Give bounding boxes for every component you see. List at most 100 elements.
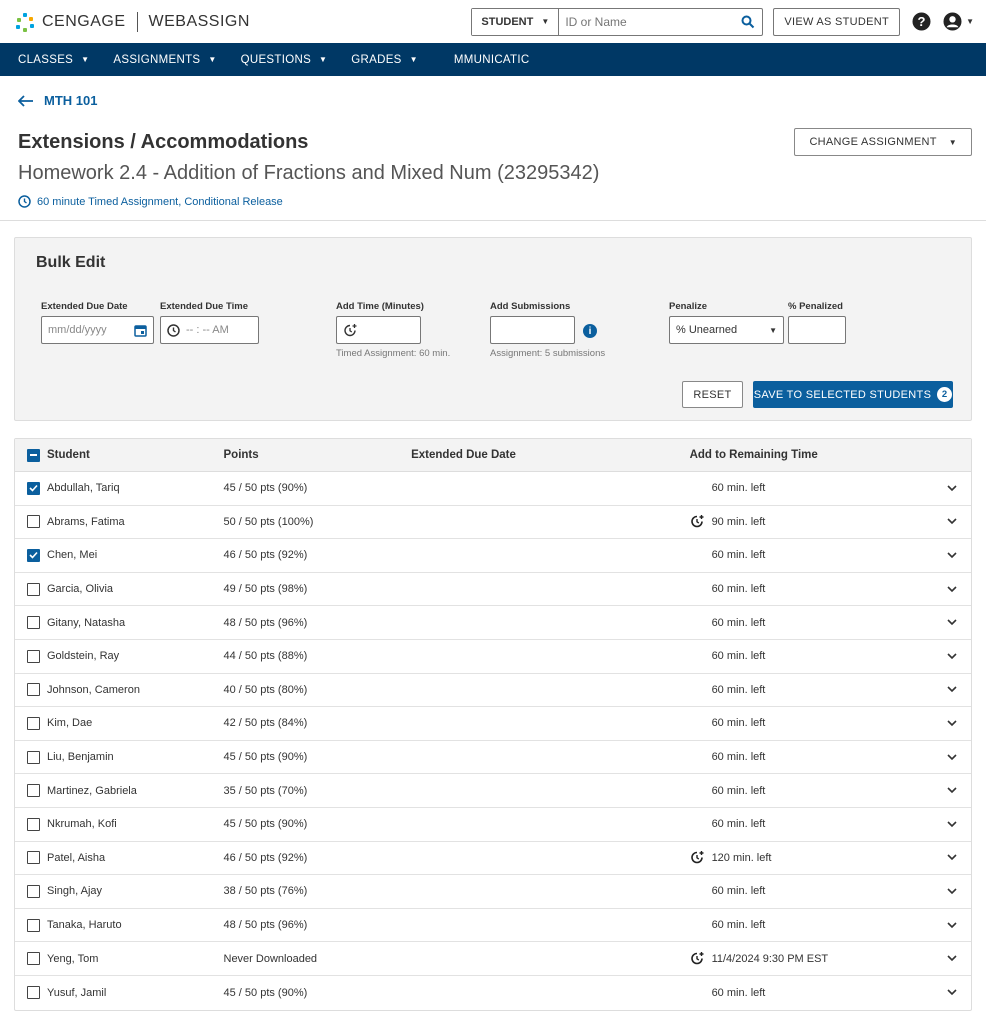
expand-row-button[interactable] <box>933 989 971 996</box>
row-checkbox[interactable] <box>27 851 40 865</box>
chevron-down-icon: ▼ <box>81 55 90 64</box>
nav-assignments[interactable]: ASSIGNMENTS ▼ <box>113 54 216 66</box>
row-checkbox[interactable] <box>27 582 40 596</box>
expand-row-button[interactable] <box>933 619 971 626</box>
add-time-input[interactable] <box>336 316 421 344</box>
view-as-student-button[interactable]: VIEW AS STUDENT <box>773 7 901 36</box>
info-icon[interactable]: i <box>583 324 597 338</box>
clock-plus-icon <box>691 952 704 965</box>
chevron-down-icon: ▼ <box>966 17 974 26</box>
due-time-placeholder: -- : -- AM <box>186 324 229 336</box>
penalize-select[interactable]: % Unearned ▼ <box>669 316 784 344</box>
student-table: Student Points Extended Due Date Add to … <box>14 438 972 1011</box>
table-row[interactable]: Singh, Ajay 38 / 50 pts (76%) 60 min. left <box>15 875 971 909</box>
save-to-selected-button[interactable]: SAVE TO SELECTED STUDENTS 2 <box>753 381 953 408</box>
table-row[interactable]: Abrams, Fatima 50 / 50 pts (100%) 90 min. … <box>15 506 971 540</box>
due-date-input[interactable]: mm/dd/yyyy <box>41 316 154 344</box>
expand-row-button[interactable] <box>933 821 971 828</box>
due-time-input[interactable]: -- : -- AM <box>160 316 259 344</box>
expand-row-button[interactable] <box>933 552 971 559</box>
product-name: WEBASSIGN <box>148 12 250 30</box>
table-row[interactable]: Gitany, Natasha 48 / 50 pts (96%) 60 min. … <box>15 606 971 640</box>
table-row[interactable]: Martinez, Gabriela 35 / 50 pts (70%) 60 mi… <box>15 774 971 808</box>
table-row[interactable]: Johnson, Cameron 40 / 50 pts (80%) 60 min.… <box>15 674 971 708</box>
table-header: Student Points Extended Due Date Add to … <box>15 439 971 472</box>
remaining-time: 60 min. left <box>711 919 766 932</box>
nav-classes[interactable]: CLASSES ▼ <box>18 54 89 66</box>
search-button[interactable] <box>734 9 762 35</box>
remaining-time: 60 min. left <box>711 885 766 898</box>
back-link[interactable]: MTH 101 <box>18 93 986 108</box>
chevron-down-icon <box>947 619 957 626</box>
chevron-down-icon <box>947 552 957 559</box>
table-row[interactable]: Kim, Dae 42 / 50 pts (84%) 60 min. left <box>15 707 971 741</box>
remaining-time: 60 min. left <box>711 751 766 764</box>
table-row[interactable]: Nkrumah, Kofi 45 / 50 pts (90%) 60 min. le… <box>15 808 971 842</box>
student-points: 45 / 50 pts (90%) <box>223 986 308 999</box>
table-row[interactable]: Garcia, Olivia 49 / 50 pts (98%) 60 min. l… <box>15 573 971 607</box>
table-row[interactable]: Abdullah, Tariq 45 / 50 pts (90%) 60 min. … <box>15 472 971 506</box>
select-all-checkbox[interactable] <box>27 448 40 462</box>
search-scope-select[interactable]: STUDENT ▼ <box>472 8 560 35</box>
change-assignment-label: CHANGE ASSIGNMENT <box>809 136 937 148</box>
expand-row-button[interactable] <box>933 921 971 929</box>
row-checkbox[interactable] <box>27 683 40 697</box>
row-checkbox[interactable] <box>27 750 40 764</box>
search-input[interactable] <box>559 8 735 35</box>
row-checkbox[interactable] <box>27 616 40 630</box>
expand-row-button[interactable] <box>933 518 971 525</box>
user-menu-button[interactable]: ▼ <box>943 12 974 31</box>
expand-row-button[interactable] <box>933 753 971 761</box>
row-checkbox[interactable] <box>27 649 40 663</box>
row-checkbox[interactable] <box>27 548 40 562</box>
remaining-time: 60 min. left <box>711 986 766 999</box>
chevron-down-icon <box>947 686 957 693</box>
cengage-logo[interactable]: CENGAGE WEBASSIGN <box>14 11 250 33</box>
remaining-time: 11/4/2024 9:30 PM EST <box>711 952 829 965</box>
expand-row-button[interactable] <box>933 653 971 660</box>
row-checkbox[interactable] <box>27 952 40 966</box>
row-checkbox[interactable] <box>27 918 40 932</box>
row-checkbox[interactable] <box>27 716 40 730</box>
expand-row-button[interactable] <box>933 720 971 727</box>
table-row[interactable]: Liu, Benjamin 45 / 50 pts (90%) 60 min. le… <box>15 741 971 775</box>
student-name: Abrams, Fatima <box>47 515 125 528</box>
row-checkbox[interactable] <box>27 784 40 798</box>
nav-grades[interactable]: GRADES ▼ <box>351 54 418 66</box>
svg-text:?: ? <box>918 14 926 29</box>
table-row[interactable]: Yusuf, Jamil 45 / 50 pts (90%) 60 min. lef… <box>15 976 971 1010</box>
percent-penalized-input[interactable] <box>788 316 846 344</box>
table-row[interactable]: Patel, Aisha 46 / 50 pts (92%) 120 min. le… <box>15 842 971 876</box>
row-checkbox[interactable] <box>27 986 40 1000</box>
expand-row-button[interactable] <box>933 955 971 962</box>
row-checkbox[interactable] <box>27 817 40 831</box>
due-time-label: Extended Due Time <box>160 301 248 312</box>
nav-communication[interactable]: MMUNICATIC <box>454 54 530 66</box>
expand-row-button[interactable] <box>933 888 971 895</box>
cengage-logo-icon <box>14 11 36 33</box>
reset-button[interactable]: RESET <box>682 381 743 408</box>
change-assignment-button[interactable]: CHANGE ASSIGNMENT ▼ <box>794 128 972 156</box>
expand-row-button[interactable] <box>933 586 971 593</box>
table-row[interactable]: Tanaka, Haruto 48 / 50 pts (96%) 60 min. l… <box>15 909 971 943</box>
remaining-time: 60 min. left <box>711 616 766 629</box>
expand-row-button[interactable] <box>933 787 971 794</box>
table-row[interactable]: Yeng, Tom Never Downloaded 11/4/2024 9:30 … <box>15 942 971 976</box>
expand-row-button[interactable] <box>933 854 971 861</box>
table-row[interactable]: Goldstein, Ray 44 / 50 pts (88%) 60 min. l… <box>15 640 971 674</box>
penalize-label: Penalize <box>669 301 708 312</box>
student-points: 48 / 50 pts (96%) <box>223 616 308 629</box>
expand-row-button[interactable] <box>933 686 971 693</box>
chevron-down-icon <box>947 821 957 827</box>
table-row[interactable]: Chen, Mei 46 / 50 pts (92%) 60 min. left <box>15 539 971 573</box>
clock-plus-icon <box>691 515 704 528</box>
expand-row-button[interactable] <box>933 485 971 492</box>
row-checkbox[interactable] <box>27 481 40 495</box>
add-submissions-input[interactable] <box>490 316 575 344</box>
row-checkbox[interactable] <box>27 884 40 898</box>
student-name: Gitany, Natasha <box>47 616 126 629</box>
help-button[interactable]: ? <box>912 12 931 31</box>
row-checkbox[interactable] <box>27 515 40 529</box>
nav-questions[interactable]: QUESTIONS ▼ <box>241 54 328 66</box>
student-points: 46 / 50 pts (92%) <box>223 851 308 864</box>
